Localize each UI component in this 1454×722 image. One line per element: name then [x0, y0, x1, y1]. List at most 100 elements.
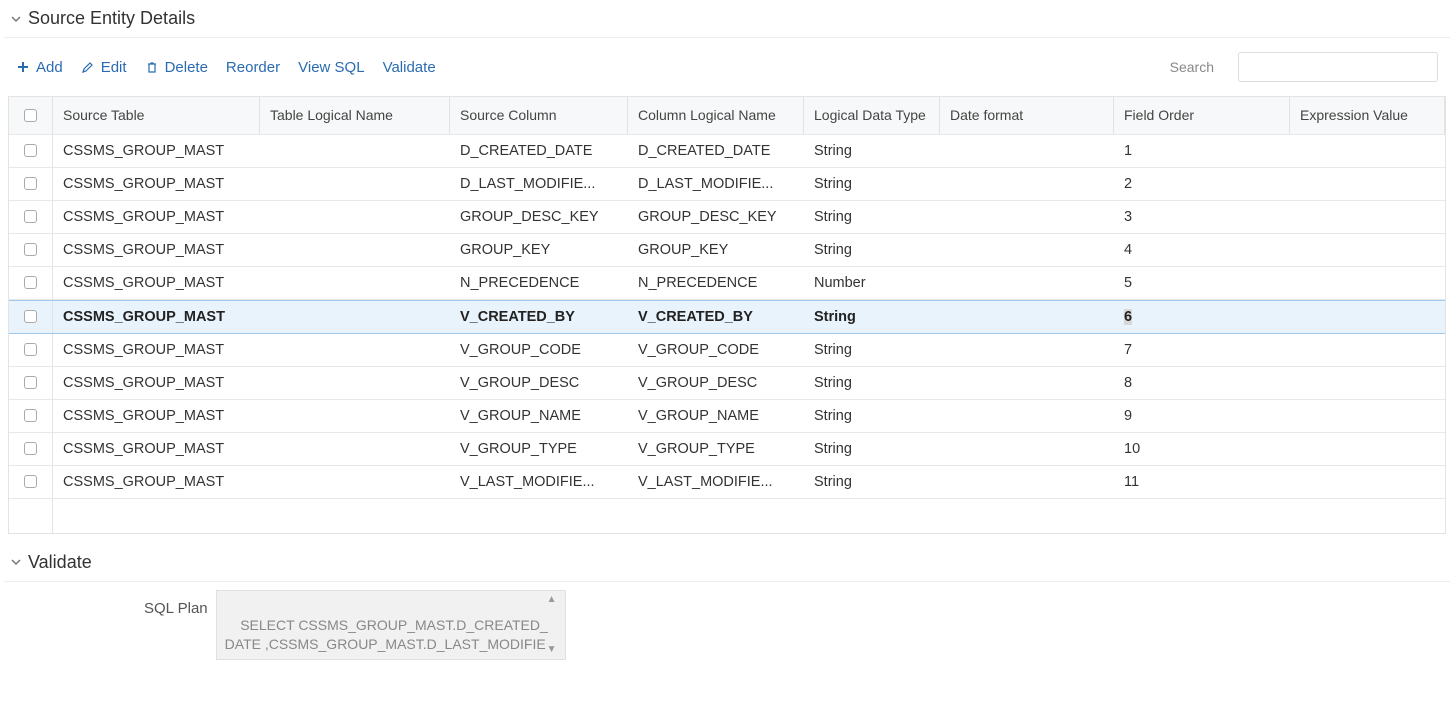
cell — [1290, 466, 1445, 498]
row-checkbox-cell[interactable] — [9, 168, 53, 200]
col-header[interactable]: Field Order — [1114, 97, 1290, 134]
delete-button[interactable]: Delete — [145, 59, 208, 76]
table-row[interactable]: CSSMS_GROUP_MASTV_GROUP_DESCV_GROUP_DESC… — [9, 367, 1445, 400]
validate-section-title: Validate — [28, 552, 92, 573]
checkbox-icon — [24, 243, 37, 256]
table-row[interactable]: CSSMS_GROUP_MAST GROUP_DESC_KEYGROUP_DESC… — [9, 201, 1445, 234]
row-checkbox-cell[interactable] — [9, 334, 53, 366]
edit-label: Edit — [101, 59, 127, 76]
row-checkbox-cell[interactable] — [9, 466, 53, 498]
row-checkbox-cell[interactable] — [9, 234, 53, 266]
reorder-button[interactable]: Reorder — [226, 59, 280, 76]
row-checkbox-cell[interactable] — [9, 267, 53, 299]
cell — [260, 135, 450, 167]
cell — [940, 466, 1114, 498]
cell: V_GROUP_NAME — [628, 400, 804, 432]
col-header[interactable]: Expression Value — [1290, 97, 1445, 134]
cell: CSSMS_GROUP_MAST — [53, 400, 260, 432]
cell — [1290, 301, 1445, 333]
cell — [1290, 201, 1445, 233]
cell: String — [804, 168, 940, 200]
table-row[interactable]: CSSMS_GROUP_MASTV_GROUP_CODEV_GROUP_CODE… — [9, 334, 1445, 367]
add-button[interactable]: Add — [16, 59, 63, 76]
cell: String — [804, 301, 940, 333]
table-row[interactable]: CSSMS_GROUP_MASTN_PRECEDENCEN_PRECEDENCE… — [9, 267, 1445, 300]
cell: CSSMS_GROUP_MAST — [53, 234, 260, 266]
cell — [260, 466, 450, 498]
cell: 4 — [1114, 234, 1290, 266]
col-header[interactable]: Logical Data Type — [804, 97, 940, 134]
edit-button[interactable]: Edit — [81, 59, 127, 76]
sql-plan-box[interactable]: SELECT CSSMS_GROUP_MAST.D_CREATED_DATE ,… — [216, 590, 566, 660]
cell — [940, 301, 1114, 333]
cell — [1290, 400, 1445, 432]
cell — [260, 301, 450, 333]
col-header[interactable]: Date format — [940, 97, 1114, 134]
cell: 8 — [1114, 367, 1290, 399]
cell: CSSMS_GROUP_MAST — [53, 135, 260, 167]
col-header[interactable]: Source Column — [450, 97, 628, 134]
checkbox-icon — [24, 144, 37, 157]
cell: V_CREATED_BY — [450, 301, 628, 333]
cell: V_GROUP_TYPE — [450, 433, 628, 465]
blank-chk — [9, 499, 53, 533]
search-label: Search — [1170, 59, 1214, 75]
checkbox-icon — [24, 177, 37, 190]
cell — [940, 433, 1114, 465]
table-row[interactable]: CSSMS_GROUP_MASTV_GROUP_TYPEV_GROUP_TYPE… — [9, 433, 1445, 466]
row-checkbox-cell[interactable] — [9, 400, 53, 432]
cell — [260, 201, 450, 233]
checkbox-icon — [24, 310, 37, 323]
pencil-icon — [81, 60, 95, 74]
cell: GROUP_DESC_KEY — [628, 201, 804, 233]
caret-up-icon: ▲ — [547, 593, 561, 607]
grid-body: CSSMS_GROUP_MASTD_CREATED_DATED_CREATED_… — [9, 135, 1445, 533]
table-row[interactable]: CSSMS_GROUP_MASTD_CREATED_DATED_CREATED_… — [9, 135, 1445, 168]
blank-row — [9, 499, 1445, 533]
cell: V_CREATED_BY — [628, 301, 804, 333]
row-checkbox-cell[interactable] — [9, 367, 53, 399]
cell: CSSMS_GROUP_MAST — [53, 201, 260, 233]
grid-header-row: Source Table Table Logical Name Source C… — [9, 97, 1445, 135]
cell: CSSMS_GROUP_MAST — [53, 168, 260, 200]
table-row[interactable]: CSSMS_GROUP_MASTV_LAST_MODIFIE...V_LAST_… — [9, 466, 1445, 499]
view-sql-button[interactable]: View SQL — [298, 59, 364, 76]
checkbox-icon — [24, 376, 37, 389]
cell: V_LAST_MODIFIE... — [450, 466, 628, 498]
section-header[interactable]: Source Entity Details — [4, 4, 1450, 38]
row-checkbox-cell[interactable] — [9, 135, 53, 167]
table-row[interactable]: CSSMS_GROUP_MASTV_CREATED_BYV_CREATED_BY… — [9, 300, 1445, 334]
cell: CSSMS_GROUP_MAST — [53, 267, 260, 299]
plus-icon — [16, 60, 30, 74]
search-input[interactable] — [1238, 52, 1438, 82]
header-checkbox-cell[interactable] — [9, 97, 53, 134]
cell: V_GROUP_NAME — [450, 400, 628, 432]
cell — [260, 267, 450, 299]
cell: CSSMS_GROUP_MAST — [53, 367, 260, 399]
table-row[interactable]: CSSMS_GROUP_MAST V_GROUP_NAMEV_GROUP_NAME… — [9, 400, 1445, 433]
cell: String — [804, 201, 940, 233]
cell: GROUP_DESC_KEY — [450, 201, 628, 233]
reorder-label: Reorder — [226, 59, 280, 76]
spinner-arrows[interactable]: ▲ ▼ — [547, 593, 561, 657]
cell — [940, 135, 1114, 167]
table-row[interactable]: CSSMS_GROUP_MASTGROUP_KEYGROUP_KEYString… — [9, 234, 1445, 267]
toolbar: Add Edit Delete Reorder View SQL Validat… — [4, 38, 1450, 96]
col-header[interactable]: Column Logical Name — [628, 97, 804, 134]
cell: N_PRECEDENCE — [628, 267, 804, 299]
table-row[interactable]: CSSMS_GROUP_MASTD_LAST_MODIFIE...D_LAST_… — [9, 168, 1445, 201]
validate-section-header[interactable]: Validate — [4, 548, 1450, 582]
cell: V_GROUP_CODE — [628, 334, 804, 366]
caret-down-icon: ▼ — [547, 643, 561, 657]
cell: CSSMS_GROUP_MAST — [53, 433, 260, 465]
validate-button[interactable]: Validate — [383, 59, 436, 76]
row-checkbox-cell[interactable] — [9, 201, 53, 233]
cell: 3 — [1114, 201, 1290, 233]
cell: V_GROUP_CODE — [450, 334, 628, 366]
row-checkbox-cell[interactable] — [9, 301, 53, 333]
col-header[interactable]: Table Logical Name — [260, 97, 450, 134]
row-checkbox-cell[interactable] — [9, 433, 53, 465]
cell: String — [804, 135, 940, 167]
col-header[interactable]: Source Table — [53, 97, 260, 134]
checkbox-icon — [24, 276, 37, 289]
